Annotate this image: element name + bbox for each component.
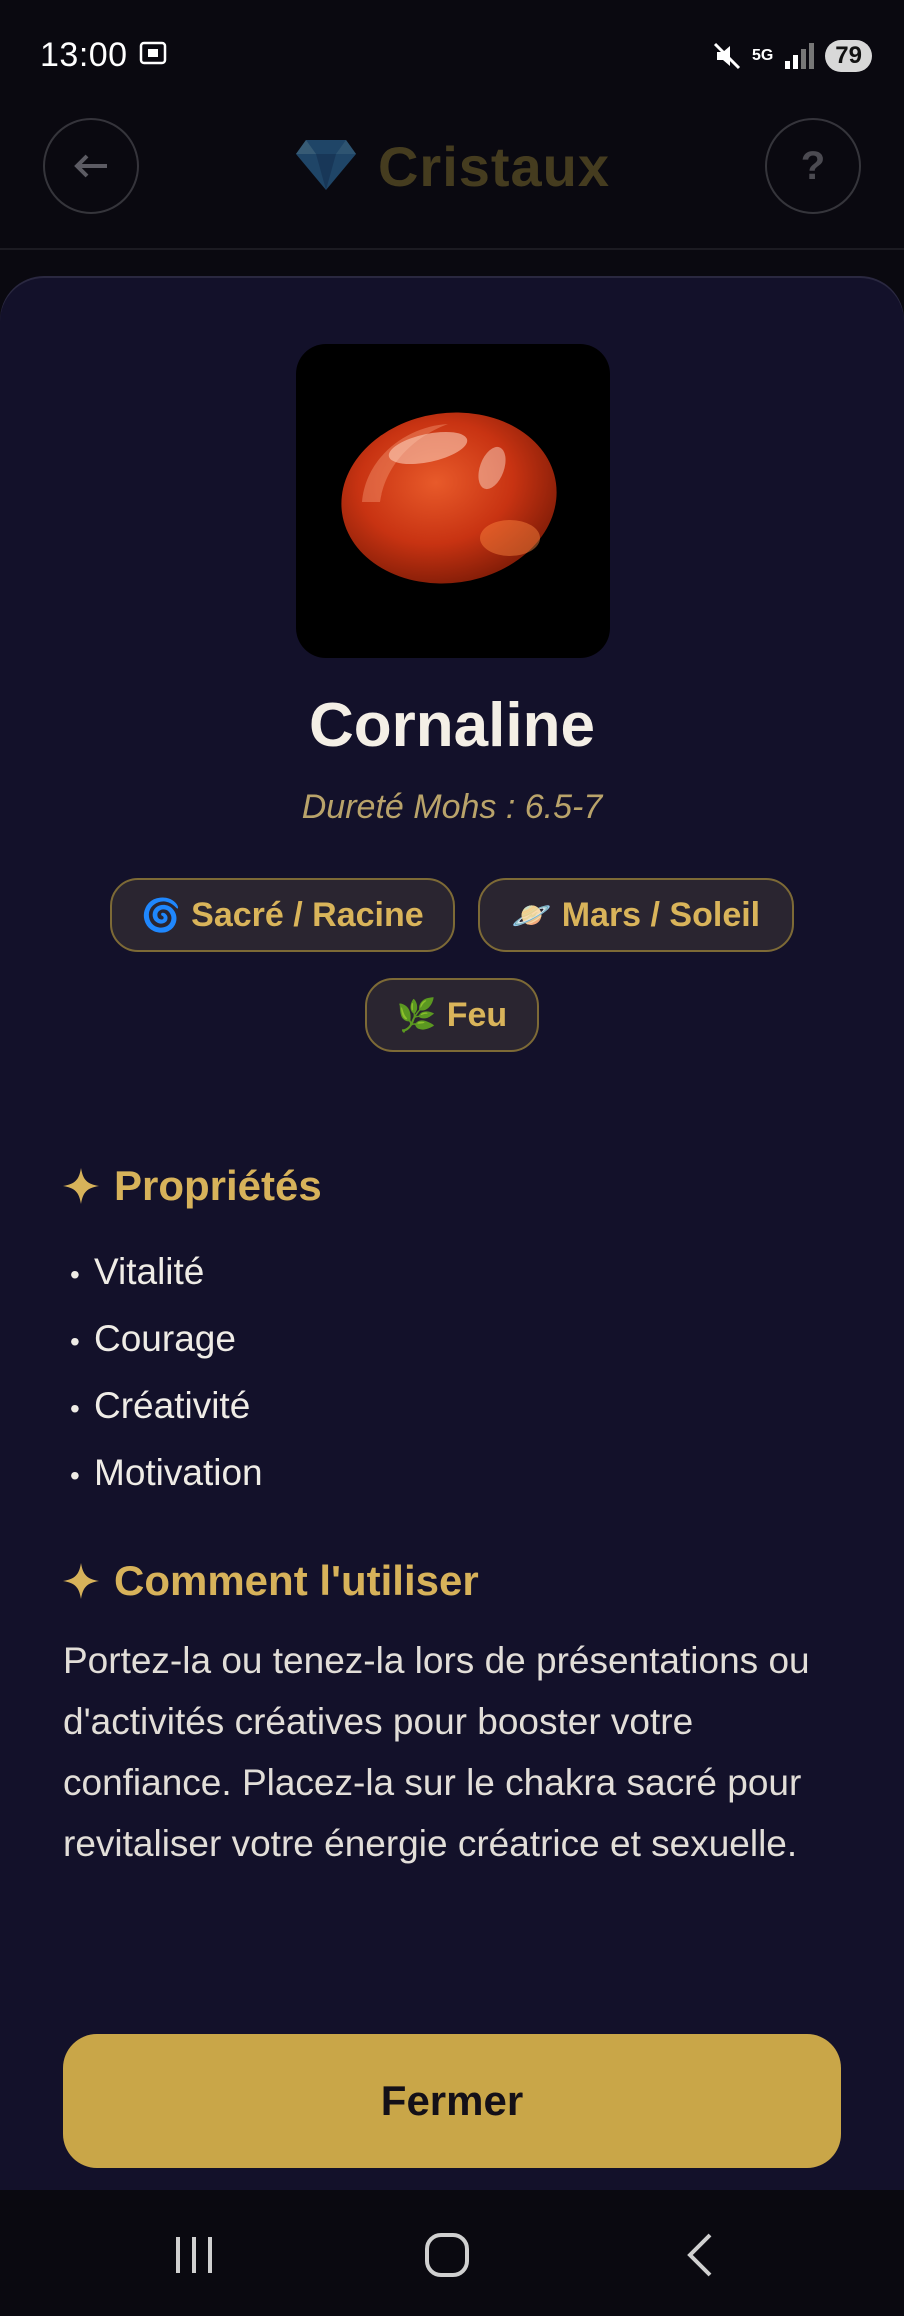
header-divider	[0, 248, 904, 250]
recent-apps-button[interactable]	[154, 2220, 234, 2290]
close-button[interactable]: Fermer	[63, 2034, 841, 2168]
crystal-name: Cornaline	[309, 691, 595, 760]
help-button[interactable]: ?	[765, 118, 861, 214]
sparkle-icon	[63, 1563, 99, 1599]
hardness-label: Dureté Mohs : 6.5-7	[301, 788, 603, 826]
planet-icon: 🪐	[511, 897, 552, 933]
usage-description: Portez-la ou tenez-la lors de présentati…	[63, 1640, 810, 1864]
home-icon	[425, 2233, 469, 2277]
signal-icon	[785, 43, 815, 69]
list-item: • Créativité	[70, 1385, 251, 1426]
status-bar: 13:00 5G 79	[0, 0, 904, 110]
sparkle-icon	[63, 1168, 99, 1204]
system-nav-bar	[0, 2190, 904, 2316]
properties-heading: Propriétés	[62, 1162, 322, 1210]
screen-record-icon	[139, 41, 167, 65]
list-item: • Vitalité	[70, 1251, 205, 1292]
nav-back-button[interactable]	[660, 2220, 740, 2290]
list-item: • Courage	[70, 1318, 236, 1359]
crystal-detail-sheet: Cornaline Dureté Mohs : 6.5-7 🌀 Sacré / …	[0, 278, 904, 2190]
chevron-left-icon	[687, 2233, 712, 2277]
page-title-text: Cristaux	[377, 135, 611, 198]
mute-icon	[713, 42, 741, 70]
app-root: 13:00 5G 79 Cristaux ? Cornaline Dureté …	[0, 0, 904, 2316]
planet-tag-label: Mars / Soleil	[561, 895, 761, 934]
battery-badge: 79	[825, 40, 872, 72]
list-item: • Motivation	[70, 1452, 263, 1493]
chakra-tag: 🌀 Sacré / Racine	[110, 878, 455, 952]
herb-icon: 🌿	[396, 997, 437, 1033]
spiral-icon: 🌀	[141, 897, 182, 933]
home-button[interactable]	[407, 2220, 487, 2290]
element-tag: 🌿 Feu	[365, 978, 539, 1052]
app-header: Cristaux ?	[0, 110, 904, 250]
gem-icon	[295, 140, 356, 190]
usage-title: Comment l'utiliser	[114, 1557, 479, 1604]
planet-tag: 🪐 Mars / Soleil	[478, 878, 794, 952]
usage-heading: Comment l'utiliser	[62, 1557, 479, 1605]
network-label: 5G	[751, 47, 774, 64]
status-indicators: 5G 79	[712, 36, 872, 76]
recent-apps-icon	[176, 2237, 212, 2273]
element-tag-label: Feu	[446, 995, 508, 1034]
chakra-tag-label: Sacré / Racine	[191, 895, 424, 934]
properties-list: • Vitalité • Courage • Créativité • Motivati…	[70, 1238, 263, 1506]
crystal-image	[296, 344, 610, 658]
carnelian-stone-image	[341, 412, 557, 584]
properties-title: Propriétés	[114, 1162, 322, 1209]
status-time: 13:00	[40, 36, 128, 74]
